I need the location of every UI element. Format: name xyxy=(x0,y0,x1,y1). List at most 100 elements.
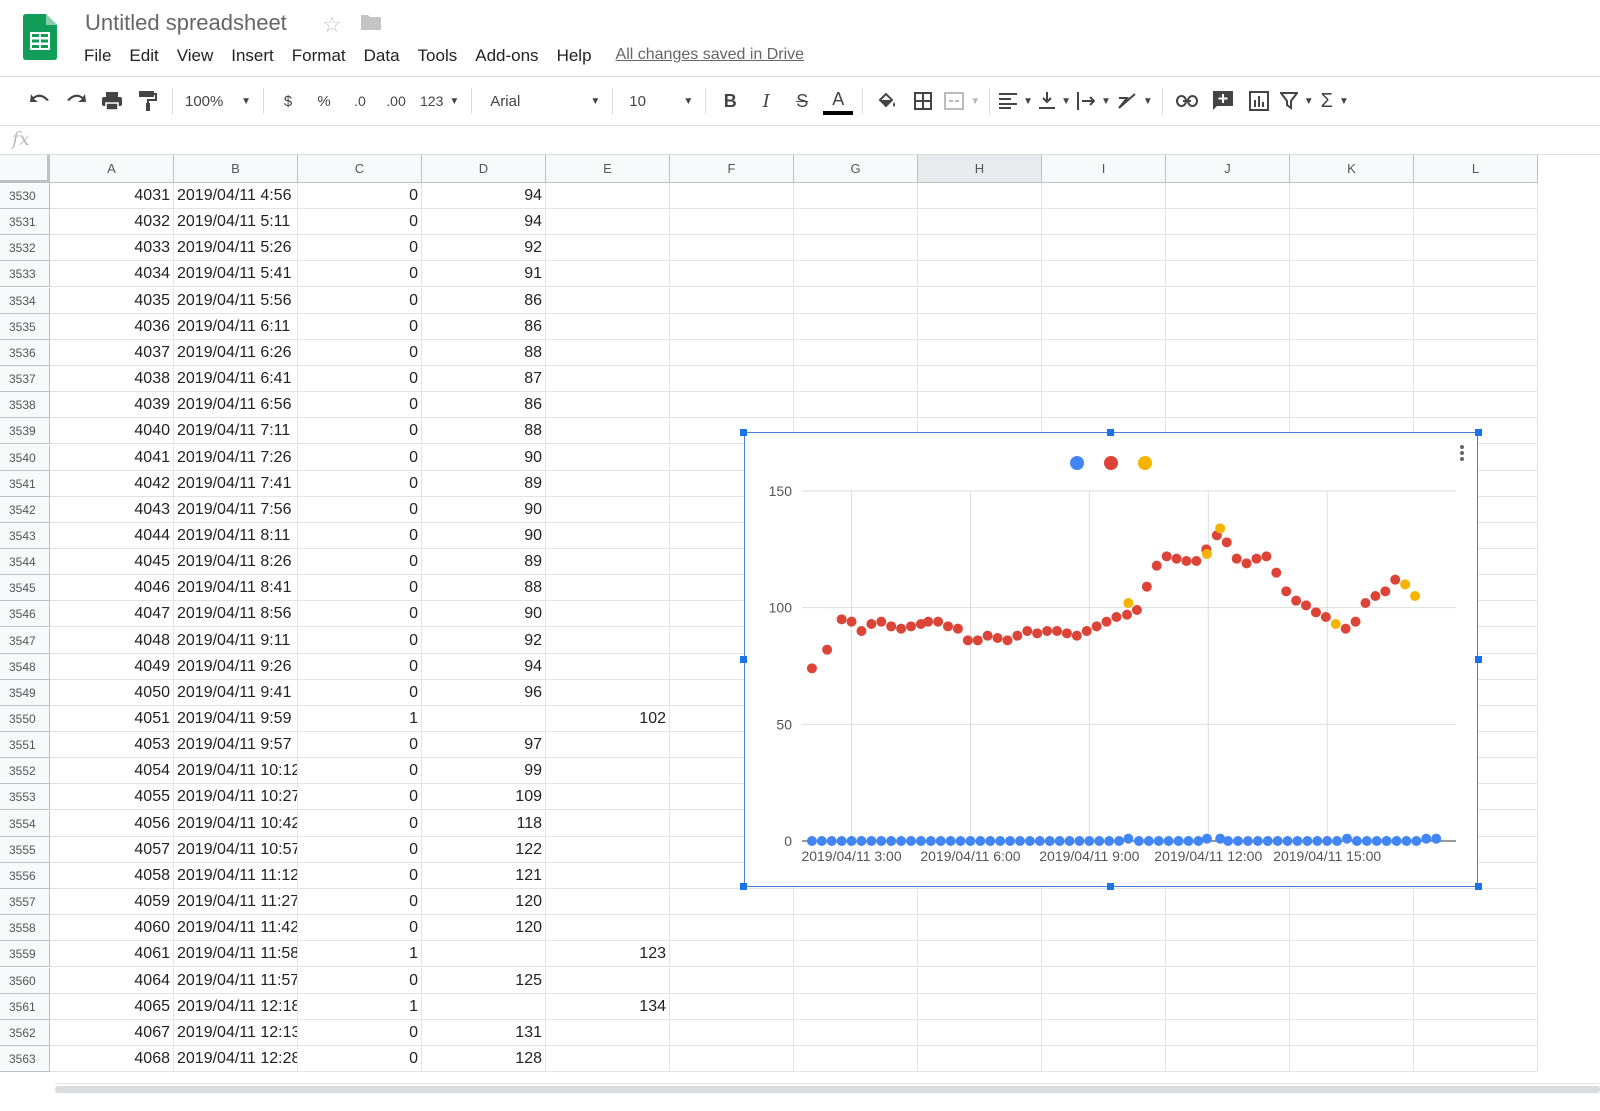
cell-d[interactable]: 94 xyxy=(422,183,546,209)
cell-c[interactable]: 0 xyxy=(298,339,422,366)
cell-f[interactable] xyxy=(670,366,794,393)
insert-chart-icon[interactable] xyxy=(1244,86,1274,116)
data-point[interactable] xyxy=(1242,836,1253,846)
cell-f[interactable] xyxy=(670,1045,794,1072)
data-point[interactable] xyxy=(1201,833,1212,844)
cell-j[interactable] xyxy=(1166,993,1290,1020)
cell-a[interactable]: 4040 xyxy=(50,418,174,445)
data-point[interactable] xyxy=(955,836,966,846)
data-point[interactable] xyxy=(1064,836,1075,846)
data-point[interactable] xyxy=(952,623,963,634)
cell-d[interactable]: 94 xyxy=(422,209,546,236)
cell-c[interactable]: 0 xyxy=(298,444,422,471)
cell-d[interactable]: 88 xyxy=(422,575,546,602)
cell-h[interactable] xyxy=(918,183,1042,209)
cell-b[interactable]: 2019/04/11 11:58 xyxy=(174,941,298,968)
cell-b[interactable]: 2019/04/11 7:41 xyxy=(174,470,298,497)
cell-a[interactable]: 4055 xyxy=(50,784,174,811)
cell-e[interactable] xyxy=(546,522,670,549)
cell-e[interactable] xyxy=(546,732,670,759)
cell-b[interactable]: 2019/04/11 6:26 xyxy=(174,339,298,366)
cell-d[interactable]: 125 xyxy=(422,967,546,994)
data-point[interactable] xyxy=(1141,581,1152,592)
cell-i[interactable] xyxy=(1042,261,1166,288)
data-point[interactable] xyxy=(886,836,897,846)
data-point[interactable] xyxy=(1022,626,1033,636)
cell-d[interactable]: 90 xyxy=(422,601,546,628)
cell-a[interactable]: 4051 xyxy=(50,706,174,732)
data-point[interactable] xyxy=(1291,595,1302,606)
data-point[interactable] xyxy=(1054,836,1065,846)
data-point[interactable] xyxy=(1032,628,1043,639)
data-point[interactable] xyxy=(1163,836,1174,846)
cell-a[interactable]: 4042 xyxy=(50,470,174,497)
cell-b[interactable]: 2019/04/11 11:27 xyxy=(174,889,298,916)
cell-g[interactable] xyxy=(794,941,918,968)
text-color-button[interactable]: A xyxy=(823,87,854,115)
data-point[interactable] xyxy=(1391,836,1402,846)
cell-e[interactable] xyxy=(546,470,670,497)
data-point[interactable] xyxy=(846,836,857,846)
cell-f[interactable] xyxy=(670,1019,794,1046)
cell-d[interactable]: 97 xyxy=(422,732,546,759)
cell-j[interactable] xyxy=(1166,392,1290,419)
data-point[interactable] xyxy=(1360,598,1371,608)
data-point[interactable] xyxy=(1370,591,1381,601)
data-point[interactable] xyxy=(1421,833,1432,844)
cell-c[interactable]: 0 xyxy=(298,1045,422,1072)
row-header[interactable]: 3559 xyxy=(0,941,50,968)
data-point[interactable] xyxy=(1061,628,1072,639)
cell-i[interactable] xyxy=(1042,366,1166,393)
data-point[interactable] xyxy=(965,836,976,846)
data-point[interactable] xyxy=(906,836,916,846)
cell-k[interactable] xyxy=(1290,261,1414,288)
cell-c[interactable]: 0 xyxy=(298,287,422,314)
data-point[interactable] xyxy=(876,836,887,846)
cell-a[interactable]: 4044 xyxy=(50,522,174,549)
column-header-g[interactable]: G xyxy=(794,155,918,183)
text-wrap-icon[interactable]: ▼ xyxy=(1076,86,1111,116)
cell-d[interactable]: 118 xyxy=(422,810,546,837)
cell-f[interactable] xyxy=(670,941,794,968)
cell-g[interactable] xyxy=(794,287,918,314)
menu-insert[interactable]: Insert xyxy=(231,46,274,66)
cell-e[interactable] xyxy=(546,183,670,209)
cell-l[interactable] xyxy=(1414,261,1538,288)
cell-c[interactable]: 0 xyxy=(298,1019,422,1046)
row-header[interactable]: 3533 xyxy=(0,261,50,288)
cell-b[interactable]: 2019/04/11 5:26 xyxy=(174,235,298,262)
data-point[interactable] xyxy=(1302,836,1313,846)
cell-l[interactable] xyxy=(1414,967,1538,994)
legend-marker[interactable] xyxy=(1138,456,1152,470)
cell-i[interactable] xyxy=(1042,209,1166,236)
data-point[interactable] xyxy=(1351,836,1362,846)
currency-format-button[interactable]: $ xyxy=(273,86,303,116)
data-point[interactable] xyxy=(866,836,877,846)
cell-i[interactable] xyxy=(1042,993,1166,1020)
data-point[interactable] xyxy=(1350,616,1361,627)
cell-b[interactable]: 2019/04/11 4:56 xyxy=(174,183,298,209)
cell-e[interactable] xyxy=(546,967,670,994)
cell-c[interactable]: 0 xyxy=(298,575,422,602)
cell-b[interactable]: 2019/04/11 12:28 xyxy=(174,1045,298,1072)
cell-e[interactable] xyxy=(546,627,670,654)
cell-d[interactable]: 87 xyxy=(422,366,546,393)
cell-k[interactable] xyxy=(1290,889,1414,916)
cell-a[interactable]: 4050 xyxy=(50,679,174,706)
cell-g[interactable] xyxy=(794,993,918,1020)
cell-a[interactable]: 4046 xyxy=(50,575,174,602)
data-point[interactable] xyxy=(935,836,946,846)
row-header[interactable]: 3553 xyxy=(0,784,50,811)
cell-e[interactable] xyxy=(546,496,670,523)
redo-icon[interactable] xyxy=(61,86,91,116)
data-point[interactable] xyxy=(1071,630,1082,641)
row-header[interactable]: 3532 xyxy=(0,235,50,262)
data-point[interactable] xyxy=(816,836,827,846)
cell-a[interactable]: 4035 xyxy=(50,287,174,314)
row-header[interactable]: 3534 xyxy=(0,287,50,314)
cell-h[interactable] xyxy=(918,1019,1042,1046)
cell-i[interactable] xyxy=(1042,889,1166,916)
cell-j[interactable] xyxy=(1166,1019,1290,1046)
cell-b[interactable]: 2019/04/11 7:26 xyxy=(174,444,298,471)
cell-g[interactable] xyxy=(794,235,918,262)
